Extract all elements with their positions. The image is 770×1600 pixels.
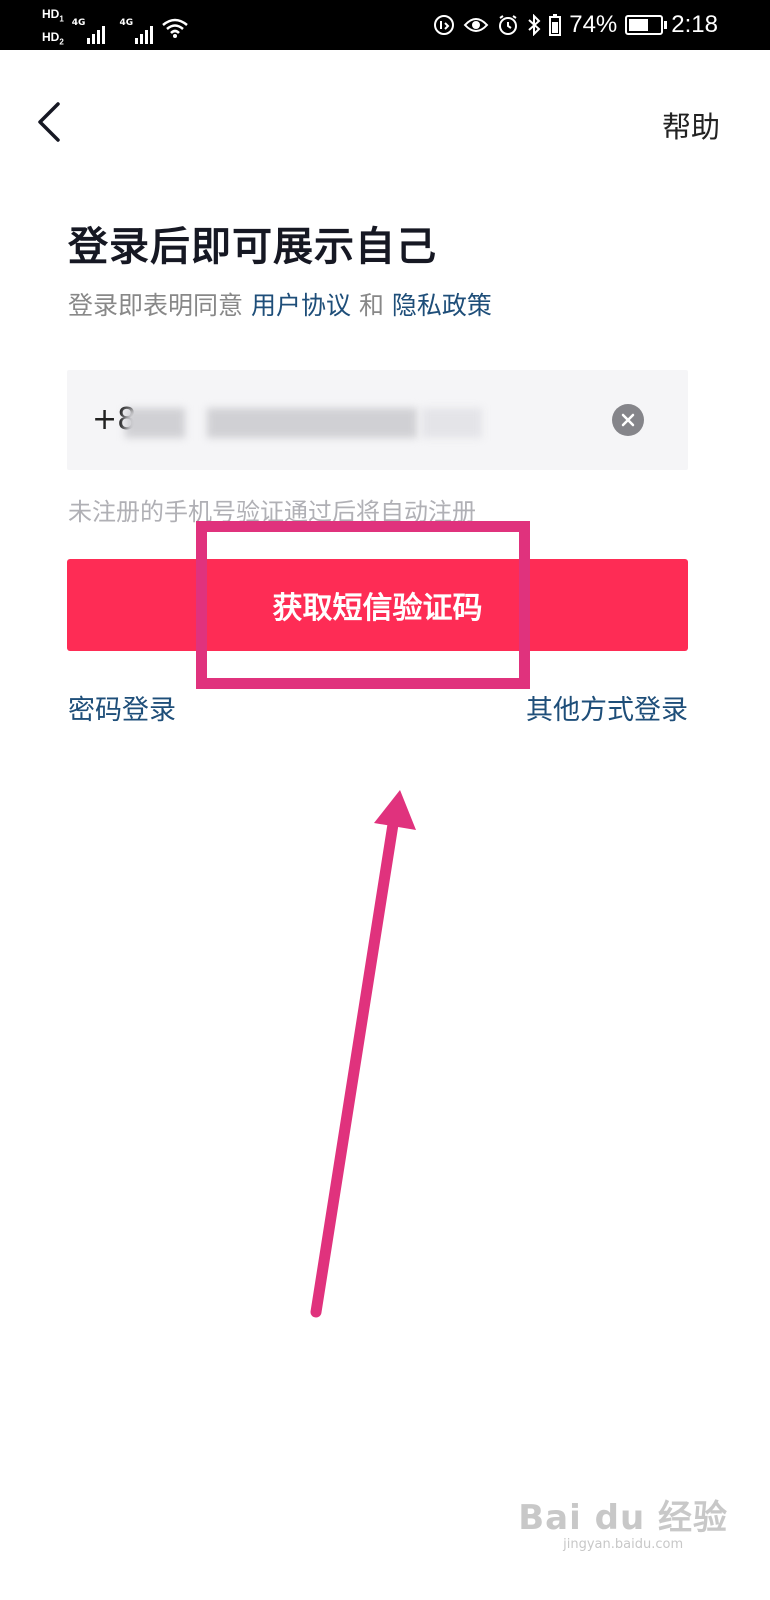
status-right: 74% 2:18 — [433, 0, 718, 50]
network-type-2: 4G — [119, 18, 134, 29]
alarm-icon — [499, 15, 518, 35]
clear-circle-icon[interactable] — [612, 404, 644, 436]
other-login-methods-link[interactable]: 其他方式登录 — [526, 688, 688, 727]
agreement-conjunction: 和 — [358, 291, 384, 320]
registration-hint: 未注册的手机号验证通过后将自动注册 — [68, 498, 476, 526]
page-title: 登录后即可展示自己 — [68, 224, 437, 270]
agreement-prefix: 登录即表明同意 — [68, 291, 244, 320]
status-left: HD1 HD2 4G 4G — [42, 6, 189, 51]
phone-number-input[interactable]: +8 — [67, 370, 688, 470]
user-agreement-link[interactable]: 用户协议 — [251, 291, 351, 320]
hd-badge-2: HD2 — [42, 30, 64, 47]
battery-percent: 74% — [569, 11, 618, 38]
battery-icon — [625, 15, 668, 35]
help-link[interactable]: 帮助 — [662, 104, 720, 146]
bluetooth-icon — [528, 14, 541, 36]
battery-vertical-icon — [549, 14, 562, 36]
hd-badge-1: HD1 — [42, 7, 64, 24]
wifi-icon — [162, 19, 188, 39]
signal-bars-icon — [87, 22, 106, 45]
data-saver-icon — [434, 15, 455, 35]
blurred-phone-number — [207, 408, 417, 438]
network-type-1: 4G — [71, 18, 86, 29]
clock: 2:18 — [671, 11, 718, 38]
network-signal-1: 4G — [71, 12, 112, 45]
watermark-main: Bai du 经验 — [518, 1498, 728, 1538]
get-sms-code-button[interactable]: 获取短信验证码 — [67, 559, 688, 651]
battery-fill — [629, 19, 649, 31]
agreement-text: 登录即表明同意 用户协议 和 隐私政策 — [68, 286, 492, 322]
eye-icon — [463, 18, 489, 32]
hd-indicators: HD1 HD2 — [42, 6, 64, 51]
network-signal-2: 4G — [119, 12, 159, 45]
baidu-watermark: Bai du 经验 jingyan.baidu.com — [518, 1490, 728, 1552]
blurred-phone-number — [422, 408, 482, 438]
password-login-link[interactable]: 密码登录 — [68, 688, 176, 727]
blurred-phone-number — [125, 408, 185, 438]
privacy-policy-link[interactable]: 隐私政策 — [392, 291, 492, 320]
status-bar: HD1 HD2 4G 4G 74% 2:18 — [0, 0, 770, 50]
signal-bars-icon — [135, 22, 154, 45]
chevron-left-icon[interactable] — [34, 100, 64, 144]
watermark-sub: jingyan.baidu.com — [563, 1537, 684, 1552]
